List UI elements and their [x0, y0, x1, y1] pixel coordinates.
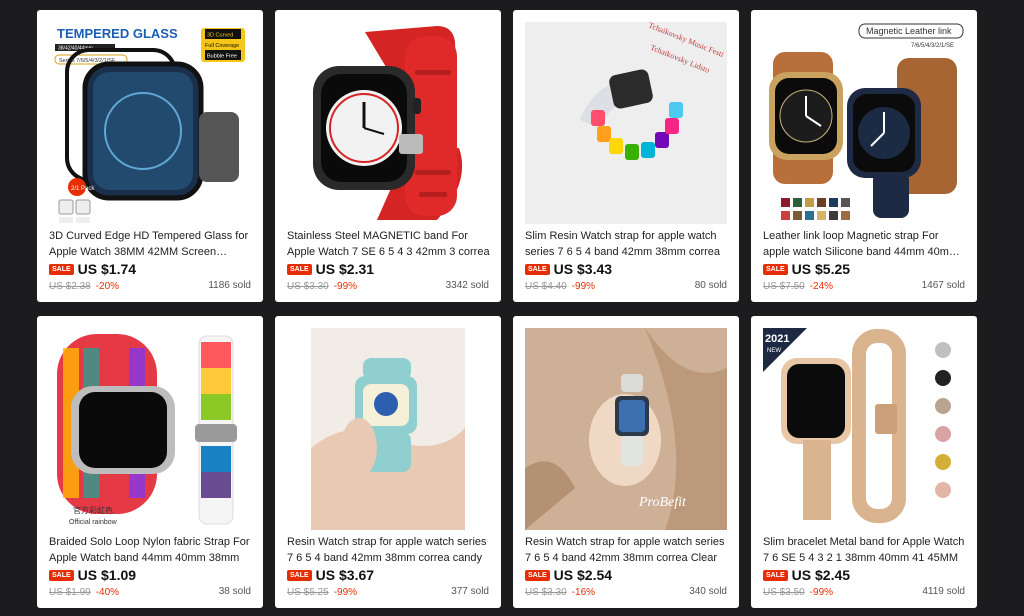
price-row: SALE US $2.54 — [525, 566, 612, 584]
original-price-row: US $7.50 -24% — [763, 279, 833, 293]
product-image-resin-clear[interactable]: ProBefit — [525, 328, 727, 530]
price-row: SALE US $2.45 — [763, 566, 850, 584]
product-price: US $5.25 — [791, 261, 851, 277]
discount-percent: -99% — [571, 280, 596, 292]
original-price: US $4.40 — [525, 280, 567, 292]
original-price-row: US $3.50 -99% — [763, 585, 833, 599]
product-title[interactable]: 3D Curved Edge HD Tempered Glass for App… — [49, 228, 253, 260]
sale-badge: SALE — [763, 263, 788, 275]
svg-text:3D Curved: 3D Curved — [207, 33, 233, 39]
product-price: US $3.43 — [553, 261, 613, 277]
svg-text:2021: 2021 — [765, 333, 789, 345]
product-card[interactable]: TEMPERED GLASS 38/42/40/44mm Series 7/6/… — [37, 10, 263, 302]
product-image-leather-link[interactable]: Magnetic Leather link 7/6/5/4/3/2/1/SE — [763, 22, 965, 224]
product-price: US $2.54 — [553, 567, 613, 583]
sale-badge: SALE — [287, 263, 312, 275]
product-title[interactable]: Slim bracelet Metal band for Apple Watch… — [763, 534, 967, 566]
sale-badge: SALE — [287, 569, 312, 581]
product-card[interactable]: 官方彩虹色 Official rainbow Braided Solo Loop… — [37, 316, 263, 608]
svg-text:Full Coverage: Full Coverage — [205, 43, 239, 49]
sale-badge: SALE — [763, 569, 788, 581]
product-image-braided-loop[interactable]: 官方彩虹色 Official rainbow — [49, 328, 251, 530]
price-row: SALE US $3.43 — [525, 260, 612, 278]
sold-count: 1467 sold — [921, 280, 965, 291]
product-price: US $2.31 — [315, 261, 375, 277]
sale-badge: SALE — [525, 569, 550, 581]
sold-count: 3342 sold — [445, 280, 489, 291]
original-price: US $1.99 — [49, 586, 91, 598]
svg-text:ProBefit: ProBefit — [638, 495, 687, 510]
original-price-row: US $3.30 -16% — [525, 585, 595, 599]
sale-badge: SALE — [525, 263, 550, 275]
product-image-resin-candy[interactable] — [287, 328, 489, 530]
product-card[interactable]: Magnetic Leather link 7/6/5/4/3/2/1/SE L… — [751, 10, 977, 302]
headline-text: TEMPERED GLASS — [57, 26, 178, 41]
original-price-row: US $5.25 -99% — [287, 585, 357, 599]
price-row: SALE US $3.67 — [287, 566, 374, 584]
original-price: US $3.30 — [525, 586, 567, 598]
price-row: SALE US $1.74 — [49, 260, 136, 278]
product-image-red-band[interactable] — [287, 22, 489, 224]
product-card[interactable]: Resin Watch strap for apple watch series… — [275, 316, 501, 608]
svg-text:7/6/5/4/3/2/1/SE: 7/6/5/4/3/2/1/SE — [911, 43, 954, 49]
discount-percent: -16% — [571, 586, 596, 598]
product-title[interactable]: Resin Watch strap for apple watch series… — [525, 534, 729, 566]
svg-text:2/1 Pack: 2/1 Pack — [71, 186, 95, 192]
discount-percent: -40% — [95, 586, 120, 598]
svg-text:Official rainbow: Official rainbow — [69, 519, 118, 526]
original-price: US $7.50 — [763, 280, 805, 292]
svg-text:Magnetic Leather link: Magnetic Leather link — [866, 26, 952, 36]
discount-percent: -99% — [333, 280, 358, 292]
sold-count: 4119 sold — [922, 586, 965, 597]
product-image-tempered-glass[interactable]: TEMPERED GLASS 38/42/40/44mm Series 7/6/… — [49, 22, 251, 224]
original-price: US $3.30 — [287, 280, 329, 292]
price-row: SALE US $1.09 — [49, 566, 136, 584]
original-price-row: US $3.30 -99% — [287, 279, 357, 293]
discount-percent: -24% — [809, 280, 834, 292]
svg-text:Bubble Free: Bubble Free — [207, 54, 237, 60]
sold-count: 1186 sold — [208, 280, 251, 291]
svg-text:官方彩虹色: 官方彩虹色 — [73, 505, 113, 515]
product-image-resin-rainbow[interactable]: Tchaikovsky Music Festi Tchaikovsky Lids… — [525, 22, 727, 224]
sold-count: 80 sold — [694, 280, 727, 291]
product-card[interactable]: 2021 NEW Slim bracelet Metal band for Ap… — [751, 316, 977, 608]
sold-count: 377 sold — [451, 586, 489, 597]
original-price: US $3.50 — [763, 586, 805, 598]
price-row: SALE US $2.31 — [287, 260, 374, 278]
product-card[interactable]: ProBefit Resin Watch strap for apple wat… — [513, 316, 739, 608]
svg-text:NEW: NEW — [767, 348, 781, 354]
discount-percent: -99% — [333, 586, 358, 598]
product-title[interactable]: Braided Solo Loop Nylon fabric Strap For… — [49, 534, 253, 566]
discount-percent: -99% — [809, 586, 834, 598]
sold-count: 340 sold — [689, 586, 727, 597]
product-image-metal-bracelet[interactable]: 2021 NEW — [763, 328, 965, 530]
product-title[interactable]: Stainless Steel MAGNETIC band For Apple … — [287, 228, 491, 260]
price-row: SALE US $5.25 — [763, 260, 850, 278]
sale-badge: SALE — [49, 263, 74, 275]
product-title[interactable]: Resin Watch strap for apple watch series… — [287, 534, 491, 566]
original-price-row: US $1.99 -40% — [49, 585, 119, 599]
product-title[interactable]: Slim Resin Watch strap for apple watch s… — [525, 228, 729, 260]
product-card[interactable]: Stainless Steel MAGNETIC band For Apple … — [275, 10, 501, 302]
product-price: US $2.45 — [791, 567, 851, 583]
product-price: US $1.09 — [77, 567, 137, 583]
product-title[interactable]: Leather link loop Magnetic strap For app… — [763, 228, 967, 260]
sale-badge: SALE — [49, 569, 74, 581]
product-price: US $1.74 — [77, 261, 137, 277]
original-price: US $5.25 — [287, 586, 329, 598]
original-price-row: US $4.40 -99% — [525, 279, 595, 293]
original-price: US $2.38 — [49, 280, 91, 292]
original-price-row: US $2.38 -20% — [49, 279, 119, 293]
discount-percent: -20% — [95, 280, 120, 292]
sold-count: 38 sold — [218, 586, 251, 597]
product-price: US $3.67 — [315, 567, 375, 583]
product-card[interactable]: Tchaikovsky Music Festi Tchaikovsky Lids… — [513, 10, 739, 302]
